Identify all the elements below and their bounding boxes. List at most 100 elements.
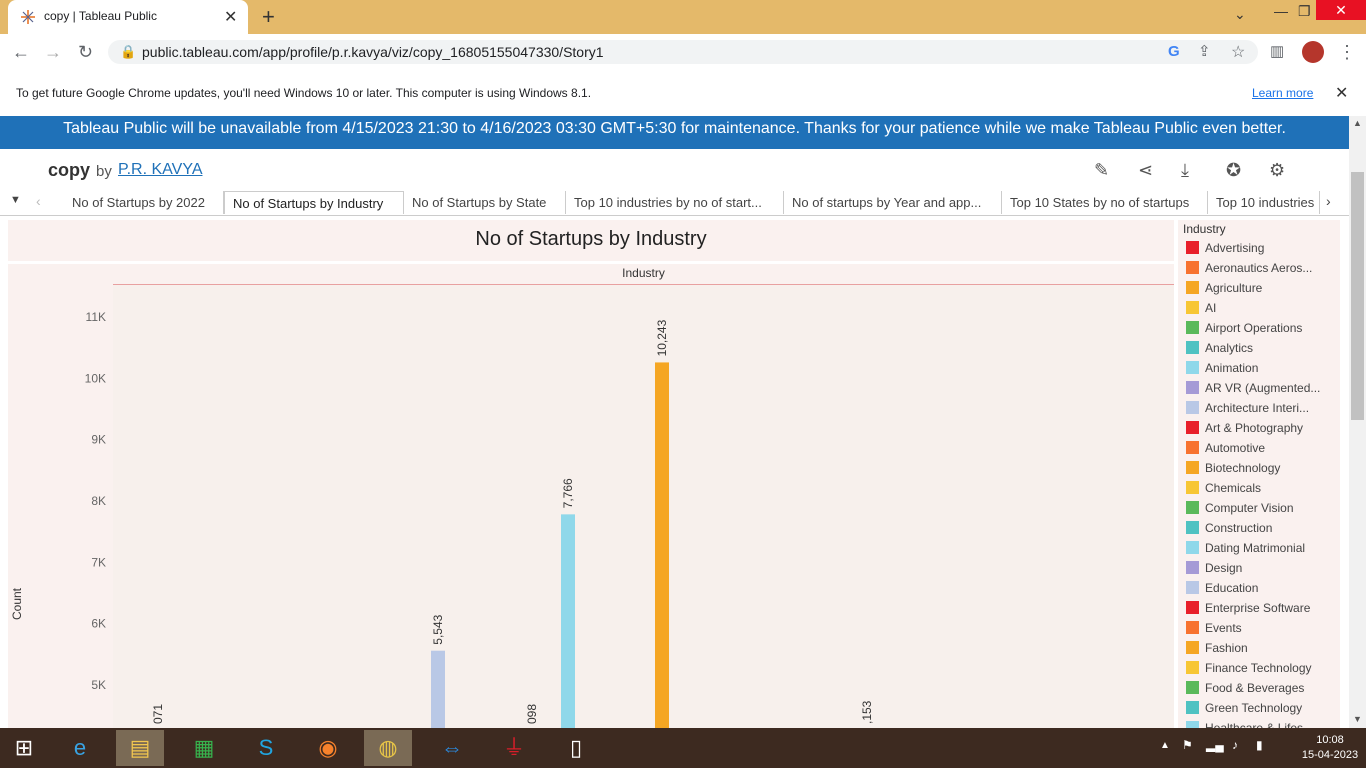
learn-more-link[interactable]: Learn more [1252, 86, 1313, 100]
bar-value-label: ,153 [860, 700, 874, 724]
y-tick-label: 9K [91, 433, 106, 447]
legend-label: Automotive [1205, 441, 1266, 455]
legend-swatch [1186, 341, 1199, 354]
legend-item[interactable]: AI [1186, 301, 1336, 317]
action-center-icon[interactable]: ⚑ [1182, 738, 1193, 752]
acrobat-icon[interactable]: ⏚ [490, 730, 538, 766]
teamviewer-icon[interactable]: ⇔ [428, 730, 476, 766]
story-tab-top10-industries-2[interactable]: Top 10 industries [1208, 191, 1320, 214]
scroll-down-icon[interactable]: ▼ [1353, 714, 1362, 724]
tab-search-icon[interactable]: ⌄ [1234, 6, 1246, 23]
network-icon[interactable]: ▂▄ [1206, 738, 1224, 752]
story-next-icon[interactable]: › [1326, 193, 1331, 209]
chrome-taskbar-icon[interactable]: ◍ [364, 730, 412, 766]
legend-item[interactable]: Aeronautics Aeros... [1186, 261, 1336, 277]
legend-label: Green Technology [1205, 701, 1303, 715]
legend-item[interactable]: Art & Photography [1186, 421, 1336, 437]
legend-swatch [1186, 561, 1199, 574]
legend-item[interactable]: Animation [1186, 361, 1336, 377]
legend-label: Animation [1205, 361, 1259, 375]
store-icon[interactable]: ▦ [180, 730, 228, 766]
firefox-icon[interactable]: ◉ [304, 730, 352, 766]
legend-swatch [1186, 701, 1199, 714]
scroll-up-icon[interactable]: ▲ [1353, 118, 1362, 128]
skype-icon[interactable]: S [242, 730, 290, 766]
legend-swatch [1186, 581, 1199, 594]
legend-swatch [1186, 481, 1199, 494]
legend-item[interactable]: Construction [1186, 521, 1336, 537]
legend-swatch [1186, 501, 1199, 514]
legend-item[interactable]: Airport Operations [1186, 321, 1336, 337]
legend-item[interactable]: Enterprise Software [1186, 601, 1336, 617]
internet-explorer-icon[interactable]: e [56, 730, 104, 766]
legend-label: Chemicals [1205, 481, 1262, 495]
legend-label: Fashion [1205, 641, 1248, 655]
legend-scrollbar[interactable] [1342, 220, 1349, 728]
bar-value-label: 7,766 [561, 478, 575, 508]
legend-label: Finance Technology [1205, 661, 1312, 675]
bar-value-label: 10,243 [655, 319, 669, 356]
legend-item[interactable]: Fashion [1186, 641, 1336, 657]
legend-item[interactable]: Education [1186, 581, 1336, 597]
minimize-icon[interactable]: — [1274, 3, 1288, 19]
legend-item[interactable]: Events [1186, 621, 1336, 637]
legend-swatch [1186, 621, 1199, 634]
y-tick-label: 7K [91, 555, 106, 569]
favorite-badge-icon[interactable]: ✪ [1226, 160, 1241, 181]
legend-label: Agriculture [1205, 281, 1263, 295]
y-tick-label: 11K [86, 310, 106, 324]
legend-label: Events [1205, 621, 1242, 635]
bar[interactable] [431, 650, 445, 728]
y-tick-label: 6K [91, 617, 106, 631]
legend-item[interactable]: Design [1186, 561, 1336, 577]
legend-label: Computer Vision [1205, 501, 1294, 515]
legend-item[interactable]: Green Technology [1186, 701, 1336, 717]
file-explorer-icon[interactable]: ▤ [116, 730, 164, 766]
bar[interactable] [655, 362, 669, 728]
legend-item[interactable]: Advertising [1186, 241, 1336, 257]
legend-item[interactable]: Finance Technology [1186, 661, 1336, 677]
legend-swatch [1186, 361, 1199, 374]
legend-label: Construction [1205, 521, 1273, 535]
profile-avatar[interactable] [1302, 41, 1324, 63]
tray-expand-icon[interactable]: ▲ [1160, 740, 1170, 751]
legend-item[interactable]: Chemicals [1186, 481, 1336, 497]
legend-swatch [1186, 641, 1199, 654]
taskbar-clock[interactable]: 10:08 15-04-2023 [1300, 733, 1360, 763]
legend-item[interactable]: Dating Matrimonial [1186, 541, 1336, 557]
legend-item[interactable]: AR VR (Augmented... [1186, 381, 1336, 397]
page-scrollbar-thumb[interactable] [1351, 172, 1364, 420]
document-icon[interactable]: ▯ [552, 730, 600, 766]
bar[interactable] [561, 514, 575, 728]
download-icon[interactable]: ⤓ [1181, 160, 1189, 181]
bookmark-star-icon[interactable]: ☆ [1231, 42, 1245, 62]
chrome-menu-icon[interactable]: ⋮ [1338, 42, 1356, 63]
window-close-icon[interactable]: ✕ [1316, 0, 1366, 20]
legend-item[interactable]: Analytics [1186, 341, 1336, 357]
legend-label: Biotechnology [1205, 461, 1281, 475]
y-tick-label: 8K [91, 494, 106, 508]
bar-value-label: 071 [151, 704, 165, 724]
battery-icon[interactable]: ▮ [1256, 738, 1263, 752]
y-tick-label: 5K [91, 678, 106, 692]
side-panel-icon[interactable]: ▥ [1270, 42, 1284, 60]
legend-item[interactable]: Automotive [1186, 441, 1336, 457]
legend-item[interactable]: Agriculture [1186, 281, 1336, 297]
clock-date: 15-04-2023 [1301, 749, 1359, 761]
settings-gear-icon[interactable]: ⚙ [1269, 160, 1285, 181]
legend-label: Architecture Interi... [1205, 401, 1310, 415]
maximize-icon[interactable]: ❐ [1298, 3, 1311, 20]
legend-item[interactable]: Biotechnology [1186, 461, 1336, 477]
start-windows-icon[interactable]: ⊞ [0, 730, 48, 766]
infobar-close-icon[interactable]: ✕ [1335, 83, 1348, 103]
bar-value-label: 5,543 [431, 614, 445, 644]
share-page-icon[interactable]: ⇪ [1198, 42, 1211, 60]
legend-swatch [1186, 661, 1199, 674]
legend-swatch [1186, 381, 1199, 394]
legend-swatch [1186, 241, 1199, 254]
legend-item[interactable]: Computer Vision [1186, 501, 1336, 517]
volume-icon[interactable]: ♪ [1232, 738, 1238, 752]
legend-swatch [1186, 261, 1199, 274]
legend-item[interactable]: Food & Beverages [1186, 681, 1336, 697]
legend-item[interactable]: Architecture Interi... [1186, 401, 1336, 417]
